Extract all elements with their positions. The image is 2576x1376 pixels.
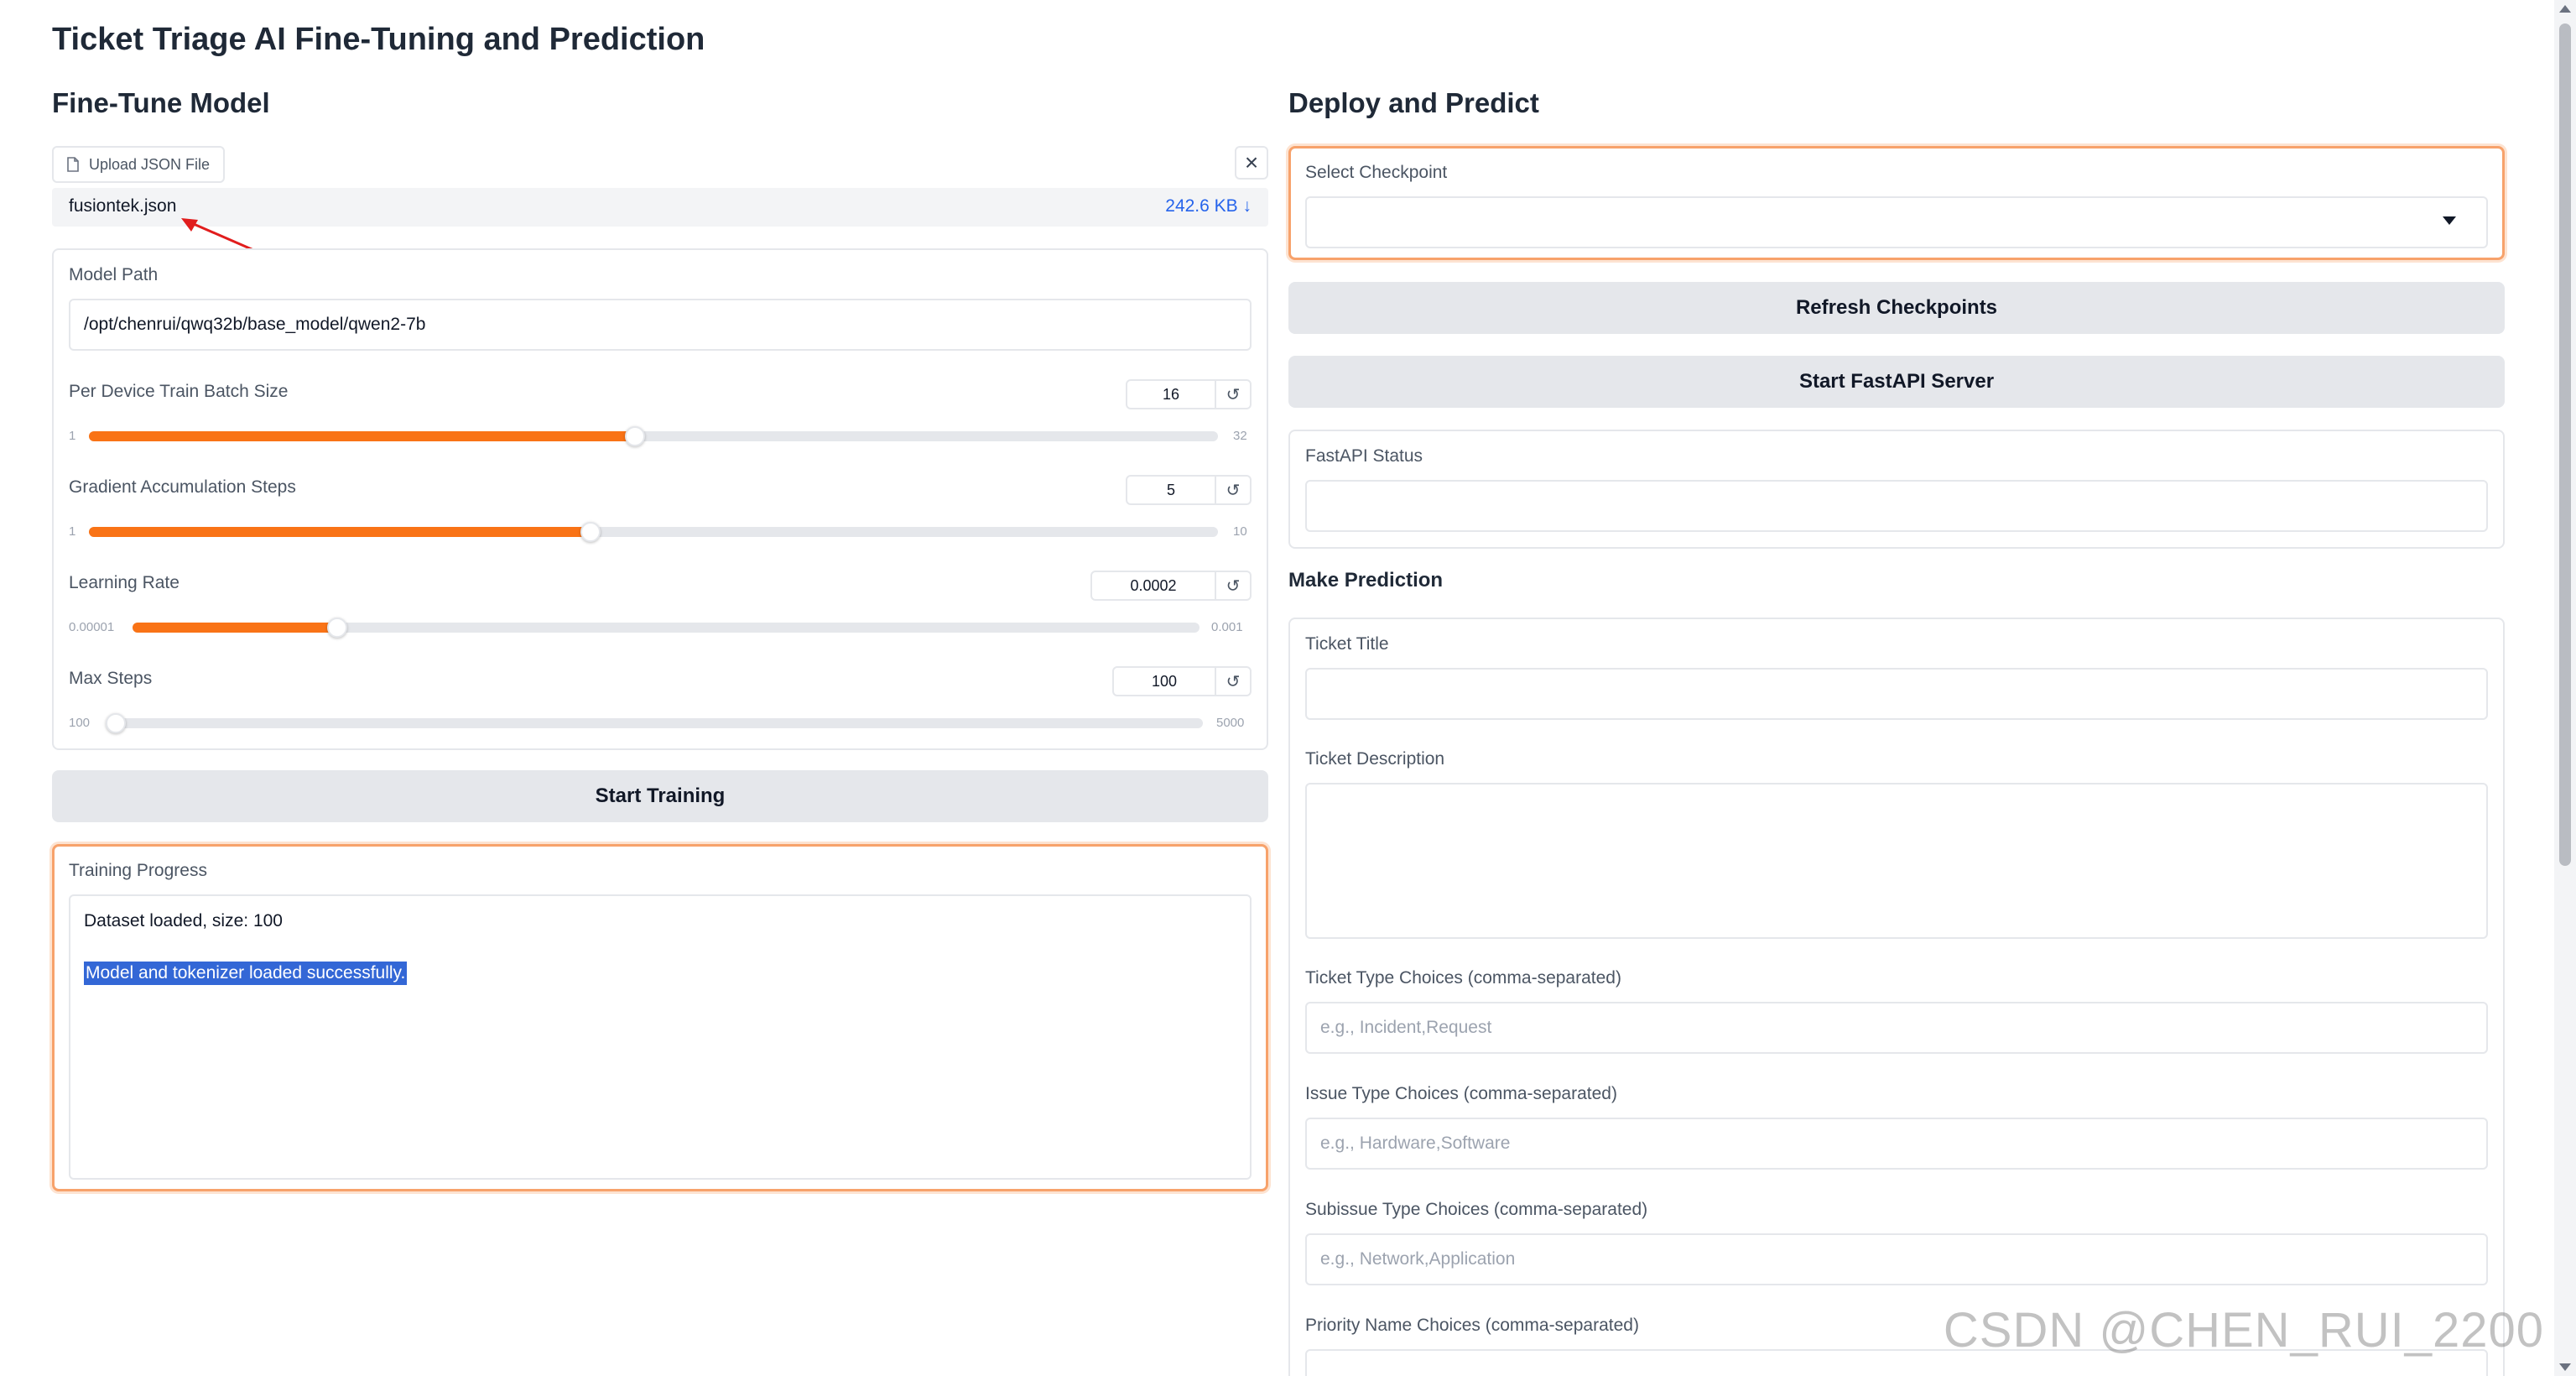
subissue-type-input[interactable]: e.g., Network,Application [1305,1233,2488,1285]
grad-accum-label: Gradient Accumulation Steps [69,477,296,497]
slider-fill [89,431,636,441]
issue-type-input[interactable]: e.g., Hardware,Software [1305,1118,2488,1170]
model-path-input[interactable]: /opt/chenrui/qwq32b/base_model/qwen2-7b [69,299,1252,351]
grad-accum-number[interactable]: 5 [1126,475,1216,505]
file-icon [67,157,79,172]
ticket-description-label: Ticket Description [1305,749,1445,769]
scroll-down-icon[interactable] [2559,1363,2571,1371]
grad-accum-slider[interactable] [89,522,1218,542]
ticket-title-input[interactable] [1305,668,2488,720]
learning-rate-number[interactable]: 0.0002 [1090,571,1216,601]
batch-size-min: 1 [69,429,76,443]
refresh-checkpoints-button[interactable]: Refresh Checkpoints [1288,282,2505,334]
slider-thumb[interactable] [327,618,348,638]
scroll-up-icon[interactable] [2559,5,2571,13]
ticket-title-label: Ticket Title [1305,634,1389,654]
max-steps-min: 100 [69,716,91,730]
ticket-type-label: Ticket Type Choices (comma-separated) [1305,968,1621,988]
make-prediction-title: Make Prediction [1288,569,1444,592]
slider-fill [89,527,591,537]
batch-size-max: 32 [1233,429,1247,443]
watermark: CSDN @CHEN_RUI_2200 [1943,1303,2544,1358]
model-path-label: Model Path [69,265,159,284]
upload-tab-label: Upload JSON File [89,155,211,173]
learning-rate-label: Learning Rate [69,573,180,592]
priority-label: Priority Name Choices (comma-separated) [1305,1316,1639,1335]
max-steps-max: 5000 [1216,716,1245,730]
max-steps-slider[interactable] [106,713,1203,733]
reset-icon[interactable]: ↺ [1216,666,1252,696]
file-download-link[interactable]: 242.6 KB ↓ [1165,196,1252,216]
upload-json-tab[interactable]: Upload JSON File [52,146,226,183]
learning-rate-slider[interactable] [133,618,1200,638]
grad-accum-max: 10 [1233,524,1247,539]
slider-fill [133,623,338,633]
batch-size-label: Per Device Train Batch Size [69,382,289,401]
batch-size-slider[interactable] [89,426,1218,446]
finetune-section-title: Fine-Tune Model [52,87,270,118]
training-progress-output[interactable]: Dataset loaded, size: 100 Model and toke… [69,894,1252,1180]
close-icon[interactable]: × [1235,146,1268,180]
uploaded-file-name: fusiontek.json [69,196,177,216]
progress-line-selected: Model and tokenizer loaded successfully. [84,962,408,985]
batch-size-number[interactable]: 16 [1126,379,1216,409]
learning-rate-max: 0.001 [1211,620,1243,634]
max-steps-label: Max Steps [69,669,153,688]
deploy-section-title: Deploy and Predict [1288,87,1539,118]
fastapi-status-output[interactable] [1305,480,2488,532]
start-training-button[interactable]: Start Training [52,770,1268,822]
ticket-description-input[interactable] [1305,783,2488,939]
progress-line: Dataset loaded, size: 100 [84,911,283,930]
slider-thumb[interactable] [580,522,601,542]
scroll-thumb[interactable] [2559,23,2571,866]
grad-accum-min: 1 [69,524,76,539]
learning-rate-min: 0.00001 [69,620,115,634]
reset-icon[interactable]: ↺ [1216,475,1252,505]
fastapi-status-label: FastAPI Status [1305,446,1423,466]
max-steps-number[interactable]: 100 [1112,666,1216,696]
reset-icon[interactable]: ↺ [1216,571,1252,601]
page-scrollbar[interactable] [2554,0,2576,1376]
slider-thumb[interactable] [625,426,646,446]
issue-type-label: Issue Type Choices (comma-separated) [1305,1084,1617,1103]
checkpoint-label: Select Checkpoint [1305,163,1448,182]
subissue-type-label: Subissue Type Choices (comma-separated) [1305,1200,1648,1219]
training-progress-label: Training Progress [69,861,207,880]
start-fastapi-button[interactable]: Start FastAPI Server [1288,356,2505,408]
reset-icon[interactable]: ↺ [1216,379,1252,409]
checkpoint-dropdown[interactable] [1305,196,2488,248]
slider-thumb[interactable] [106,713,126,733]
ticket-type-input[interactable]: e.g., Incident,Request [1305,1002,2488,1054]
chevron-down-icon [2443,216,2456,225]
page-title: Ticket Triage AI Fine-Tuning and Predict… [52,22,705,57]
